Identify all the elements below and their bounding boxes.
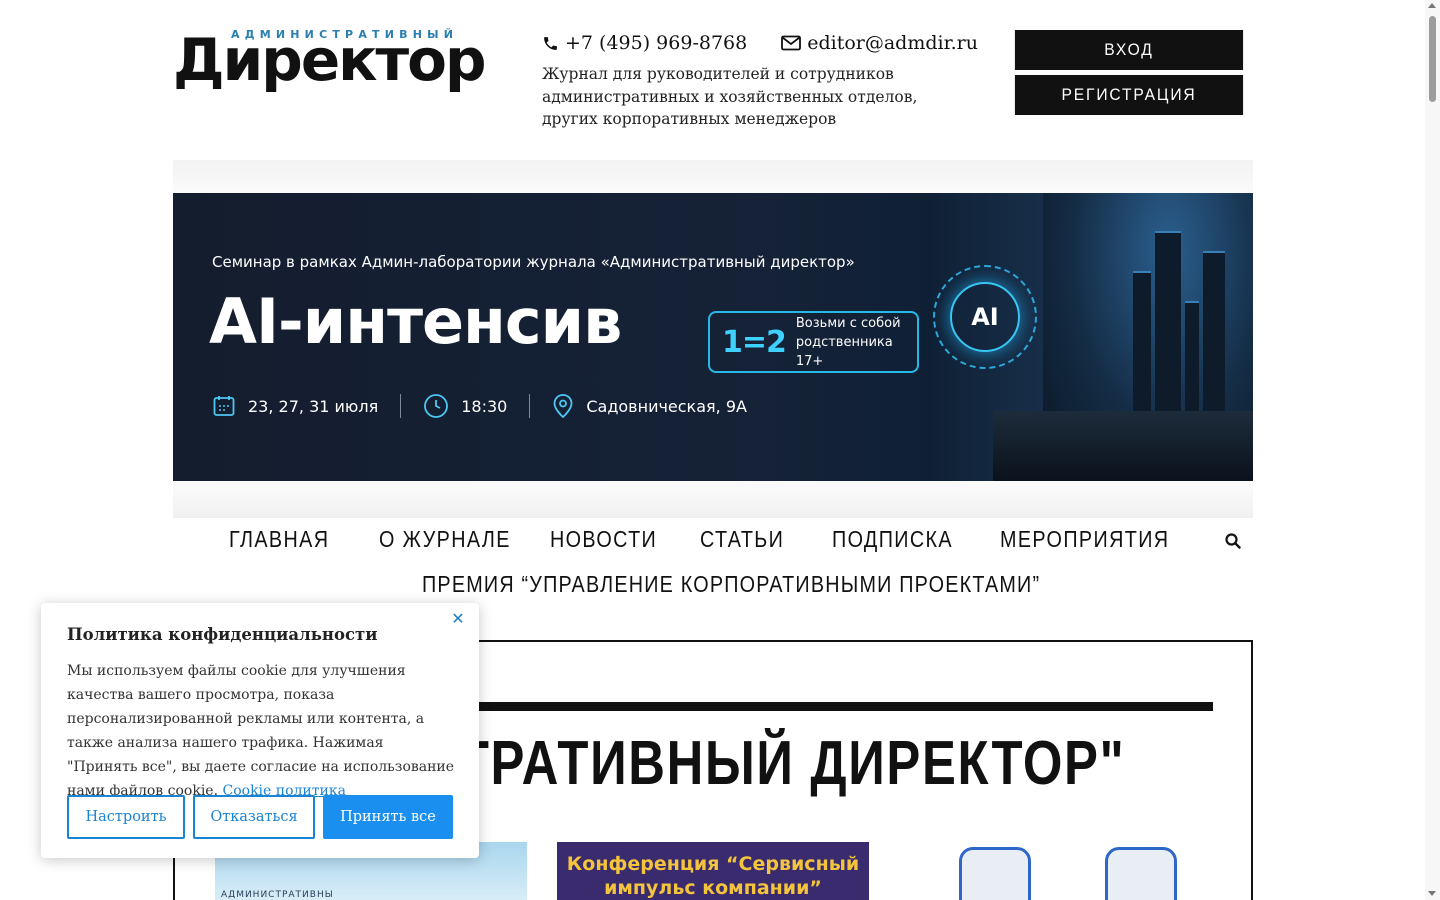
booth-image-1: [959, 847, 1031, 900]
ai-emblem: AI: [933, 265, 1037, 369]
article-thumbnail-3[interactable]: [899, 842, 1211, 900]
scrollbar-thumb[interactable]: [1429, 16, 1436, 102]
search-icon: [1225, 533, 1241, 549]
banner-title: AI-интенсив: [209, 285, 622, 358]
cookie-customize-button[interactable]: Настроить: [67, 795, 185, 839]
cookie-body: Мы используем файлы cookie для улучшения…: [67, 663, 455, 799]
logo-big-text: Директор: [173, 26, 486, 94]
page-scrollbar[interactable]: [1425, 0, 1440, 900]
nav-item-events[interactable]: МЕРОПРИЯТИЯ: [1000, 526, 1168, 553]
banner-dates: 23, 27, 31 июля: [248, 396, 379, 416]
login-button[interactable]: ВХОД: [1014, 30, 1244, 70]
cookie-decline-button[interactable]: Отказаться: [193, 795, 315, 839]
phone-number: +7 (495) 969-8768: [565, 32, 748, 54]
nav-item-home[interactable]: ГЛАВНАЯ: [229, 526, 358, 553]
banner-time: 18:30: [461, 396, 508, 416]
email-address: editor@admdir.ru: [807, 32, 978, 54]
search-button[interactable]: [1222, 530, 1244, 552]
nav-item-articles[interactable]: СТАТЬИ: [700, 526, 814, 553]
promo-line-1: Возьми с собой: [795, 315, 901, 331]
ai-label: AI: [950, 282, 1020, 352]
banner-promo-box: 1=2 Возьми с собой родственника 17+: [708, 311, 919, 373]
secondary-nav: ПРЕМИЯ “УПРАВЛЕНИЕ КОРПОРАТИВНЫМИ ПРОЕКТ…: [422, 571, 1141, 598]
site-tagline: Журнал для руководителей и сотрудников а…: [542, 65, 918, 129]
email-contact[interactable]: editor@admdir.ru: [781, 32, 978, 54]
phone-contact[interactable]: +7 (495) 969-8768: [542, 32, 747, 54]
booth-image-2: [1105, 847, 1177, 900]
nav-item-news[interactable]: НОВОСТИ: [550, 526, 679, 553]
thumbnail-2-text: Конференция “Сервисный импульс компании”: [567, 842, 859, 900]
cookie-text: Мы используем файлы cookie для улучшения…: [67, 659, 457, 803]
scroll-down-arrow-icon[interactable]: [1428, 891, 1436, 896]
cookie-title: Политика конфиденциальности: [67, 625, 378, 644]
promo-big-text: 1=2: [722, 324, 787, 360]
promo-banner[interactable]: Семинар в рамках Админ-лаборатории журна…: [173, 193, 1253, 481]
article-thumbnail-2[interactable]: Конференция “Сервисный импульс компании”: [557, 842, 869, 900]
banner-subtitle: Семинар в рамках Админ-лаборатории журна…: [212, 253, 855, 271]
phone-icon: [544, 36, 557, 50]
cookie-consent-dialog: ✕ Политика конфиденциальности Мы использ…: [41, 603, 479, 858]
envelope-icon: [781, 35, 802, 51]
cookie-accept-button[interactable]: Принять все: [323, 795, 453, 839]
banner-floor: [993, 411, 1253, 481]
register-button[interactable]: РЕГИСТРАЦИЯ: [1014, 75, 1244, 115]
scroll-up-arrow-icon[interactable]: [1428, 3, 1436, 8]
main-nav: ГЛАВНАЯ О ЖУРНАЛЕ НОВОСТИ СТАТЬИ ПОДПИСК…: [229, 526, 1170, 553]
banner-address: Садовническая, 9А: [586, 396, 747, 416]
close-icon[interactable]: ✕: [451, 611, 465, 627]
calendar-icon: [213, 396, 235, 416]
thumbnail-2-line-2: импульс компании”: [604, 877, 822, 899]
nav-item-subscription[interactable]: ПОДПИСКА: [832, 526, 976, 553]
site-logo[interactable]: АДМИНИСТРАТИВНЫЙ Директор: [173, 26, 513, 94]
nav-item-about[interactable]: О ЖУРНАЛЕ: [379, 526, 526, 553]
clock-icon: [424, 394, 449, 418]
banner-meta: 23, 27, 31 июля 18:30 Садовническая, 9А: [212, 393, 747, 419]
promo-line-2: родственника 17+: [795, 334, 893, 369]
thumbnail-2-line-1: Конференция “Сервисный: [566, 853, 860, 875]
location-pin-icon: [553, 394, 573, 419]
promo-text: Возьми с собой родственника 17+: [796, 314, 917, 371]
thumbnail-1-text: АДМИНИСТРАТИВНЫ: [221, 890, 334, 900]
nav-item-award[interactable]: ПРЕМИЯ “УПРАВЛЕНИЕ КОРПОРАТИВНЫМИ ПРОЕКТ…: [422, 571, 1040, 598]
header-contacts: +7 (495) 969-8768 editor@admdir.ru: [542, 32, 978, 54]
